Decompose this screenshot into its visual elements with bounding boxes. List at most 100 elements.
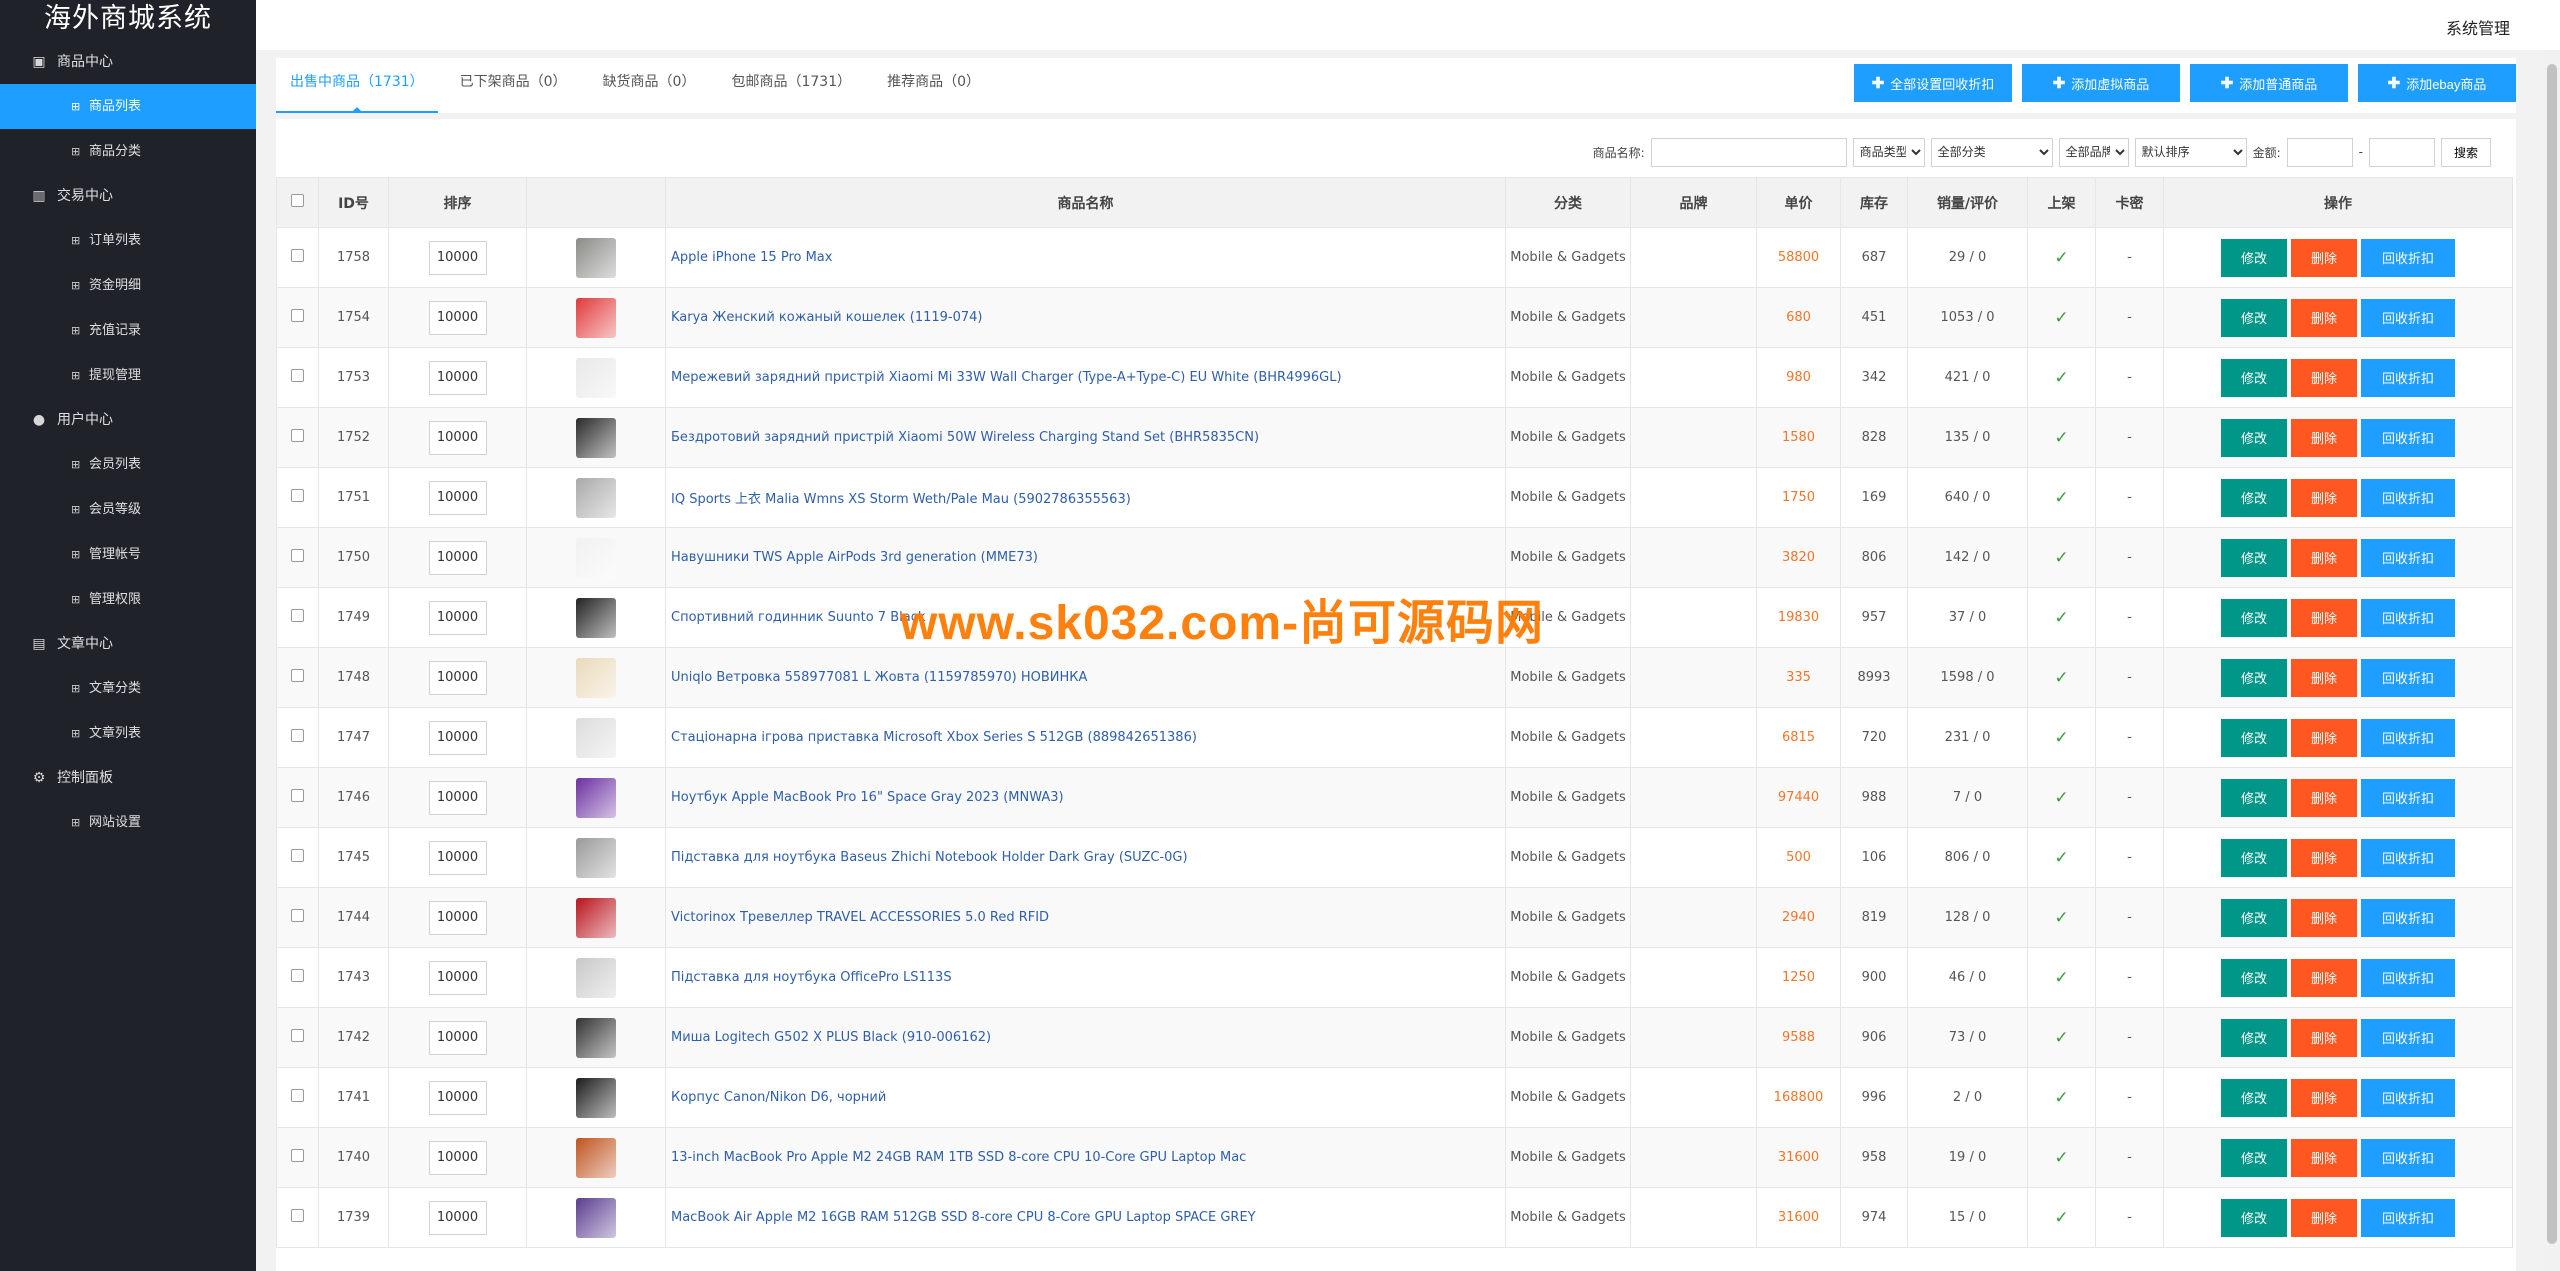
row-checkbox[interactable]: [291, 429, 304, 442]
recycle-discount-button[interactable]: 回收折扣: [2361, 358, 2455, 397]
delete-button[interactable]: 删除: [2291, 1198, 2357, 1237]
checkmark-icon[interactable]: ✓: [2054, 968, 2068, 988]
product-thumbnail[interactable]: [576, 1017, 616, 1058]
product-name-link[interactable]: Підставка для ноутбука OfficePro LS113S: [665, 947, 1506, 1008]
product-name-link[interactable]: Навушники TWS Apple AirPods 3rd generati…: [665, 527, 1506, 588]
search-button[interactable]: 搜索: [2441, 137, 2491, 167]
checkmark-icon[interactable]: ✓: [2054, 548, 2068, 568]
row-checkbox[interactable]: [291, 549, 304, 562]
row-checkbox[interactable]: [291, 249, 304, 262]
product-name-link[interactable]: Корпус Canon/Nikon D6, чорний: [665, 1067, 1506, 1128]
sort-input[interactable]: [428, 840, 487, 875]
goods-name-input[interactable]: [1650, 137, 1847, 167]
checkmark-icon[interactable]: ✓: [2054, 1028, 2068, 1048]
delete-button[interactable]: 删除: [2291, 358, 2357, 397]
sort-input[interactable]: [428, 900, 487, 935]
edit-button[interactable]: 修改: [2221, 1138, 2287, 1177]
tab-4[interactable]: 包邮商品（1731）: [717, 58, 865, 113]
delete-button[interactable]: 删除: [2291, 478, 2357, 517]
sort-input[interactable]: [428, 780, 487, 815]
checkmark-icon[interactable]: ✓: [2054, 788, 2068, 808]
top-button-4[interactable]: ✚ 添加ebay商品: [2358, 64, 2516, 102]
delete-button[interactable]: 删除: [2291, 658, 2357, 697]
sort-input[interactable]: [428, 240, 487, 275]
product-thumbnail[interactable]: [576, 897, 616, 938]
sidebar-group-4[interactable]: ▤ 文章中心: [0, 622, 256, 666]
system-admin-menu[interactable]: 系统管理: [2446, 15, 2510, 39]
row-checkbox[interactable]: [291, 489, 304, 502]
product-thumbnail[interactable]: [576, 537, 616, 578]
amount-min-input[interactable]: [2286, 137, 2353, 167]
product-thumbnail[interactable]: [576, 417, 616, 458]
delete-button[interactable]: 删除: [2291, 778, 2357, 817]
sidebar-item[interactable]: ⊞ 文章分类: [0, 666, 256, 711]
edit-button[interactable]: 修改: [2221, 538, 2287, 577]
checkmark-icon[interactable]: ✓: [2054, 1148, 2068, 1168]
delete-button[interactable]: 删除: [2291, 298, 2357, 337]
recycle-discount-button[interactable]: 回收折扣: [2361, 478, 2455, 517]
checkmark-icon[interactable]: ✓: [2054, 308, 2068, 328]
category-select[interactable]: 全部分类: [1930, 137, 2053, 167]
product-thumbnail[interactable]: [576, 477, 616, 518]
edit-button[interactable]: 修改: [2221, 838, 2287, 877]
sidebar-item[interactable]: ⊞ 提现管理: [0, 353, 256, 398]
recycle-discount-button[interactable]: 回收折扣: [2361, 1198, 2455, 1237]
sidebar-group-5[interactable]: ⚙ 控制面板: [0, 756, 256, 800]
recycle-discount-button[interactable]: 回收折扣: [2361, 658, 2455, 697]
product-name-link[interactable]: Мережевий зарядний пристрій Xiaomi Mi 33…: [665, 347, 1506, 408]
edit-button[interactable]: 修改: [2221, 778, 2287, 817]
sort-input[interactable]: [428, 360, 487, 395]
product-name-link[interactable]: Ноутбук Apple MacBook Pro 16" Space Gray…: [665, 767, 1506, 828]
edit-button[interactable]: 修改: [2221, 1078, 2287, 1117]
row-checkbox[interactable]: [291, 369, 304, 382]
row-checkbox[interactable]: [291, 909, 304, 922]
sidebar-item[interactable]: ⊞ 资金明细: [0, 263, 256, 308]
product-thumbnail[interactable]: [576, 297, 616, 338]
tab-3[interactable]: 缺货商品（0）: [589, 58, 710, 113]
product-name-link[interactable]: 13-inch MacBook Pro Apple M2 24GB RAM 1T…: [665, 1127, 1506, 1188]
tab-5[interactable]: 推荐商品（0）: [873, 58, 994, 113]
sort-input[interactable]: [428, 1140, 487, 1175]
checkmark-icon[interactable]: ✓: [2054, 1208, 2068, 1228]
recycle-discount-button[interactable]: 回收折扣: [2361, 1138, 2455, 1177]
recycle-discount-button[interactable]: 回收折扣: [2361, 838, 2455, 877]
product-thumbnail[interactable]: [576, 657, 616, 698]
goods-type-select[interactable]: 商品类型: [1852, 137, 1925, 167]
product-thumbnail[interactable]: [576, 237, 616, 278]
product-thumbnail[interactable]: [576, 1137, 616, 1178]
delete-button[interactable]: 删除: [2291, 418, 2357, 457]
product-name-link[interactable]: MacBook Air Apple M2 16GB RAM 512GB SSD …: [665, 1187, 1506, 1248]
top-button-3[interactable]: ✚ 添加普通商品: [2190, 64, 2348, 102]
product-thumbnail[interactable]: [576, 357, 616, 398]
delete-button[interactable]: 删除: [2291, 1078, 2357, 1117]
edit-button[interactable]: 修改: [2221, 298, 2287, 337]
recycle-discount-button[interactable]: 回收折扣: [2361, 238, 2455, 277]
checkmark-icon[interactable]: ✓: [2054, 908, 2068, 928]
sidebar-item[interactable]: ⊞ 会员列表: [0, 442, 256, 487]
amount-max-input[interactable]: [2369, 137, 2435, 167]
recycle-discount-button[interactable]: 回收折扣: [2361, 298, 2455, 337]
brand-select[interactable]: 全部品牌: [2058, 137, 2129, 167]
checkmark-icon[interactable]: ✓: [2054, 488, 2068, 508]
delete-button[interactable]: 删除: [2291, 1138, 2357, 1177]
product-thumbnail[interactable]: [576, 597, 616, 638]
recycle-discount-button[interactable]: 回收折扣: [2361, 958, 2455, 997]
sidebar-group-3[interactable]: ● 用户中心: [0, 398, 256, 442]
product-thumbnail[interactable]: [576, 777, 616, 818]
product-thumbnail[interactable]: [576, 957, 616, 998]
product-thumbnail[interactable]: [576, 837, 616, 878]
delete-button[interactable]: 删除: [2291, 1018, 2357, 1057]
sort-input[interactable]: [428, 1020, 487, 1055]
row-checkbox[interactable]: [291, 1029, 304, 1042]
sidebar-item[interactable]: ⊞ 文章列表: [0, 711, 256, 756]
sidebar-item[interactable]: ⊞ 订单列表: [0, 218, 256, 263]
tab-1[interactable]: 出售中商品（1731）: [276, 58, 438, 113]
checkmark-icon[interactable]: ✓: [2054, 848, 2068, 868]
product-thumbnail[interactable]: [576, 717, 616, 758]
sidebar-group-1[interactable]: ▣ 商品中心: [0, 40, 256, 84]
edit-button[interactable]: 修改: [2221, 418, 2287, 457]
product-name-link[interactable]: IQ Sports 上衣 Malia Wmns XS Storm Weth/Pa…: [665, 467, 1506, 528]
row-checkbox[interactable]: [291, 969, 304, 982]
delete-button[interactable]: 删除: [2291, 838, 2357, 877]
product-name-link[interactable]: Підставка для ноутбука Baseus Zhichi Not…: [665, 827, 1506, 888]
